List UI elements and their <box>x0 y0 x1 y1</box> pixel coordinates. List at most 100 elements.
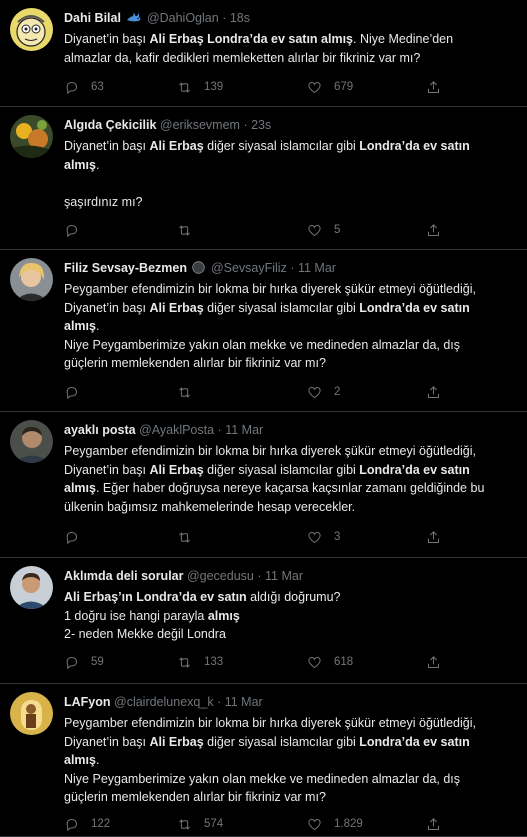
tweet-header: LAFyon @clairdelunexq_k · 11 Mar <box>64 694 515 710</box>
tweet-text-line: almış. Eğer haber doğruysa nereye kaçars… <box>64 479 515 498</box>
like-button[interactable]: 679 <box>307 77 353 97</box>
text-segment: ülkenin bağımsız mahkemelerinde hesap ve… <box>64 499 356 514</box>
author-handle[interactable]: @SevsayFiliz <box>211 261 287 275</box>
author-handle[interactable]: @AyaklPosta <box>139 423 214 437</box>
tweet-actions: 63 139 679 <box>64 77 454 97</box>
text-segment: diğer siyasal islamcılar gibi <box>203 139 360 153</box>
tweet-actions: 3 <box>64 527 454 547</box>
avatar[interactable] <box>10 115 53 158</box>
text-segment: . Niye Medine’den <box>353 32 454 46</box>
like-button[interactable]: 3 <box>307 527 340 547</box>
tweet-text-line: almazlar da, kafir dedikleri memleketten… <box>64 49 515 68</box>
tweet-text-line: Peygamber efendimizin bir lokma bir hırk… <box>64 442 515 461</box>
share-button[interactable] <box>426 814 453 834</box>
author-name[interactable]: LAFyon <box>64 695 111 709</box>
retweet-button[interactable]: 133 <box>177 652 223 672</box>
tweet-header: ayaklı posta @AyaklPosta · 11 Mar <box>64 422 515 438</box>
avatar[interactable] <box>10 566 53 609</box>
tweet[interactable]: Filiz Sevsay-Bezmen @SevsayFiliz · 11 Ma… <box>0 250 527 412</box>
tweet[interactable]: Algıda Çekicilik @eriksevmem · 23s Diyane… <box>0 107 527 250</box>
retweet-button[interactable]: 139 <box>177 77 223 97</box>
share-button[interactable] <box>426 77 453 97</box>
tweet[interactable]: ayaklı posta @AyaklPosta · 11 Mar Peygamb… <box>0 412 527 558</box>
share-button[interactable] <box>426 527 453 547</box>
tweet-content: Algıda Çekicilik @eriksevmem · 23s Diyane… <box>64 117 515 211</box>
share-icon <box>426 817 453 832</box>
tweet-text-line: Diyanet’in başı Ali Erbaş diğer siyasal … <box>64 137 515 156</box>
tweet[interactable]: Aklımda deli sorular @gecedusu · 11 Mar A… <box>0 558 527 684</box>
author-name[interactable]: ayaklı posta <box>64 423 136 437</box>
tweet-timestamp[interactable]: 11 Mar <box>265 569 303 583</box>
tweet[interactable]: Dahi Bilal @DahiOglan · 18s Diyanet’in ba… <box>0 0 527 107</box>
share-button[interactable] <box>426 220 453 240</box>
avatar[interactable] <box>10 420 53 463</box>
retweet-button[interactable] <box>177 382 204 402</box>
author-handle[interactable]: @clairdelunexq_k <box>114 695 214 709</box>
tweet[interactable]: LAFyon @clairdelunexq_k · 11 Mar Peygambe… <box>0 684 527 837</box>
like-button[interactable]: 618 <box>307 652 353 672</box>
tweet-text-line: Diyanet’in başı Ali Erbaş Londra’da ev s… <box>64 30 515 49</box>
separator-dot: · <box>257 569 262 583</box>
author-name[interactable]: Aklımda deli sorular <box>64 569 183 583</box>
author-handle[interactable]: @DahiOglan <box>147 11 219 25</box>
tweet-content: Aklımda deli sorular @gecedusu · 11 Mar A… <box>64 568 515 644</box>
like-icon <box>307 655 334 670</box>
tweet-text-line: Ali Erbaş’ın Londra’da ev satın aldığı d… <box>64 588 515 607</box>
share-icon <box>426 530 453 545</box>
like-icon <box>307 817 334 832</box>
author-handle[interactable]: @gecedusu <box>187 569 254 583</box>
avatar[interactable] <box>10 8 53 51</box>
text-segment: 1 doğru ise hangi parayla <box>64 608 208 623</box>
share-button[interactable] <box>426 652 453 672</box>
reply-button[interactable] <box>64 527 91 547</box>
separator-dot: · <box>222 11 227 25</box>
share-button[interactable] <box>426 382 453 402</box>
author-handle[interactable]: @eriksevmem <box>160 118 240 132</box>
retweet-button[interactable] <box>177 527 204 547</box>
retweet-button[interactable]: 574 <box>177 814 223 834</box>
highlighted-text: Ali Erbaş <box>149 462 204 477</box>
retweet-button[interactable] <box>177 220 204 240</box>
retweet-icon <box>177 817 204 832</box>
tweet-timestamp[interactable]: 11 Mar <box>225 423 263 437</box>
tweet-header: Aklımda deli sorular @gecedusu · 11 Mar <box>64 568 515 584</box>
author-name[interactable]: Algıda Çekicilik <box>64 118 156 132</box>
tweet-content: Filiz Sevsay-Bezmen @SevsayFiliz · 11 Ma… <box>64 260 515 373</box>
tweet-timestamp[interactable]: 11 Mar <box>298 261 336 275</box>
tweet-text-line: Diyanet’in başı Ali Erbaş diğer siyasal … <box>64 733 515 752</box>
highlighted-text: almış <box>64 157 96 172</box>
author-name[interactable]: Dahi Bilal <box>64 11 121 25</box>
tweet-text-line: Peygamber efendimizin bir lokma bir hırk… <box>64 714 515 733</box>
avatar[interactable] <box>10 258 53 301</box>
author-name[interactable]: Filiz Sevsay-Bezmen <box>64 261 187 275</box>
tweet-text-line: almış. <box>64 317 515 336</box>
text-segment: diğer siyasal islamcılar gibi <box>203 462 360 477</box>
highlighted-text: almış <box>64 481 96 495</box>
tweet-timestamp[interactable]: 11 Mar <box>225 695 263 709</box>
tweet-timestamp[interactable]: 18s <box>230 11 250 25</box>
reply-button[interactable]: 122 <box>64 814 110 834</box>
separator-dot: · <box>243 118 248 132</box>
reply-button[interactable] <box>64 220 91 240</box>
like-icon <box>307 530 334 545</box>
tweet-text: Peygamber efendimizin bir lokma bir hırk… <box>64 442 515 516</box>
shark-emoji-icon <box>121 11 143 25</box>
avatar[interactable] <box>10 692 53 735</box>
reply-button[interactable]: 63 <box>64 77 104 97</box>
text-segment: . Eğer haber doğruysa nereye kaçarsa kaç… <box>95 481 485 495</box>
reply-button[interactable]: 59 <box>64 652 104 672</box>
tweet-timestamp[interactable]: 23s <box>251 118 271 132</box>
black-circle-icon <box>187 261 207 275</box>
tweet-text-line <box>64 174 515 193</box>
reply-button[interactable] <box>64 382 91 402</box>
text-segment: aldığı doğrumu? <box>246 590 341 604</box>
retweet-icon <box>177 385 204 400</box>
replies-count: 59 <box>91 656 104 668</box>
tweet-text-line: Peygamber efendimizin bir lokma bir hırk… <box>64 280 515 299</box>
text-segment: güçlerin memlekenden alırlar bir fikrini… <box>64 356 326 370</box>
like-button[interactable]: 5 <box>307 220 340 240</box>
share-icon <box>426 80 453 95</box>
like-button[interactable]: 1.829 <box>307 814 363 834</box>
text-segment: Diyanet’in başı <box>64 734 150 749</box>
like-button[interactable]: 2 <box>307 382 340 402</box>
